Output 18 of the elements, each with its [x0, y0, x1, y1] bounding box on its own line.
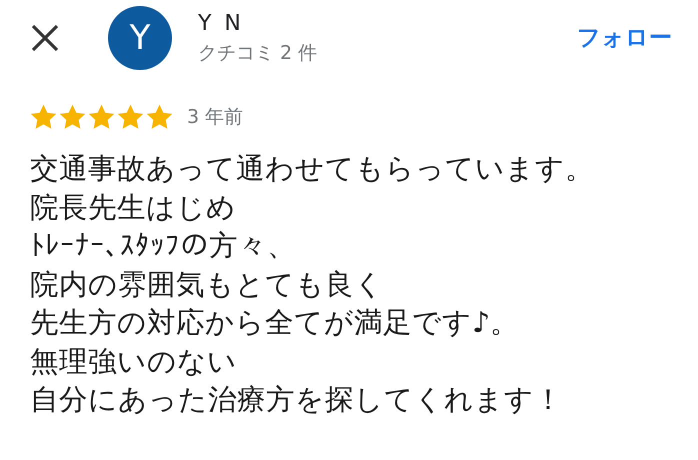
review-text-line: 交通事故あって通わせてもらっています。 [30, 151, 595, 187]
star-icon [146, 104, 173, 130]
review-text-line: 自分にあった治療方を探してくれます！ [30, 382, 564, 418]
review-text-line: 無理強いのない [30, 344, 238, 380]
avatar: Y [108, 6, 172, 70]
star-icon [59, 104, 86, 130]
review-text-line: 院内の雰囲気もとても良く [30, 266, 385, 302]
star-icon [117, 104, 144, 130]
reviewer-name: Y N [198, 10, 245, 36]
close-icon[interactable] [30, 23, 60, 53]
review-time: 3 年前 [187, 105, 244, 130]
star-icon [88, 104, 115, 130]
review-text-line: ﾄﾚｰﾅｰ､ｽﾀｯﾌの方々、 [30, 228, 297, 264]
review-text-line: 院長先生はじめ [30, 190, 237, 226]
review-count: クチコミ 2 件 [198, 40, 318, 66]
follow-button[interactable]: フォロー [577, 22, 672, 52]
star-icon [30, 104, 57, 130]
review-text-line: 先生方の対応から全てが満足です♪。 [30, 305, 520, 341]
